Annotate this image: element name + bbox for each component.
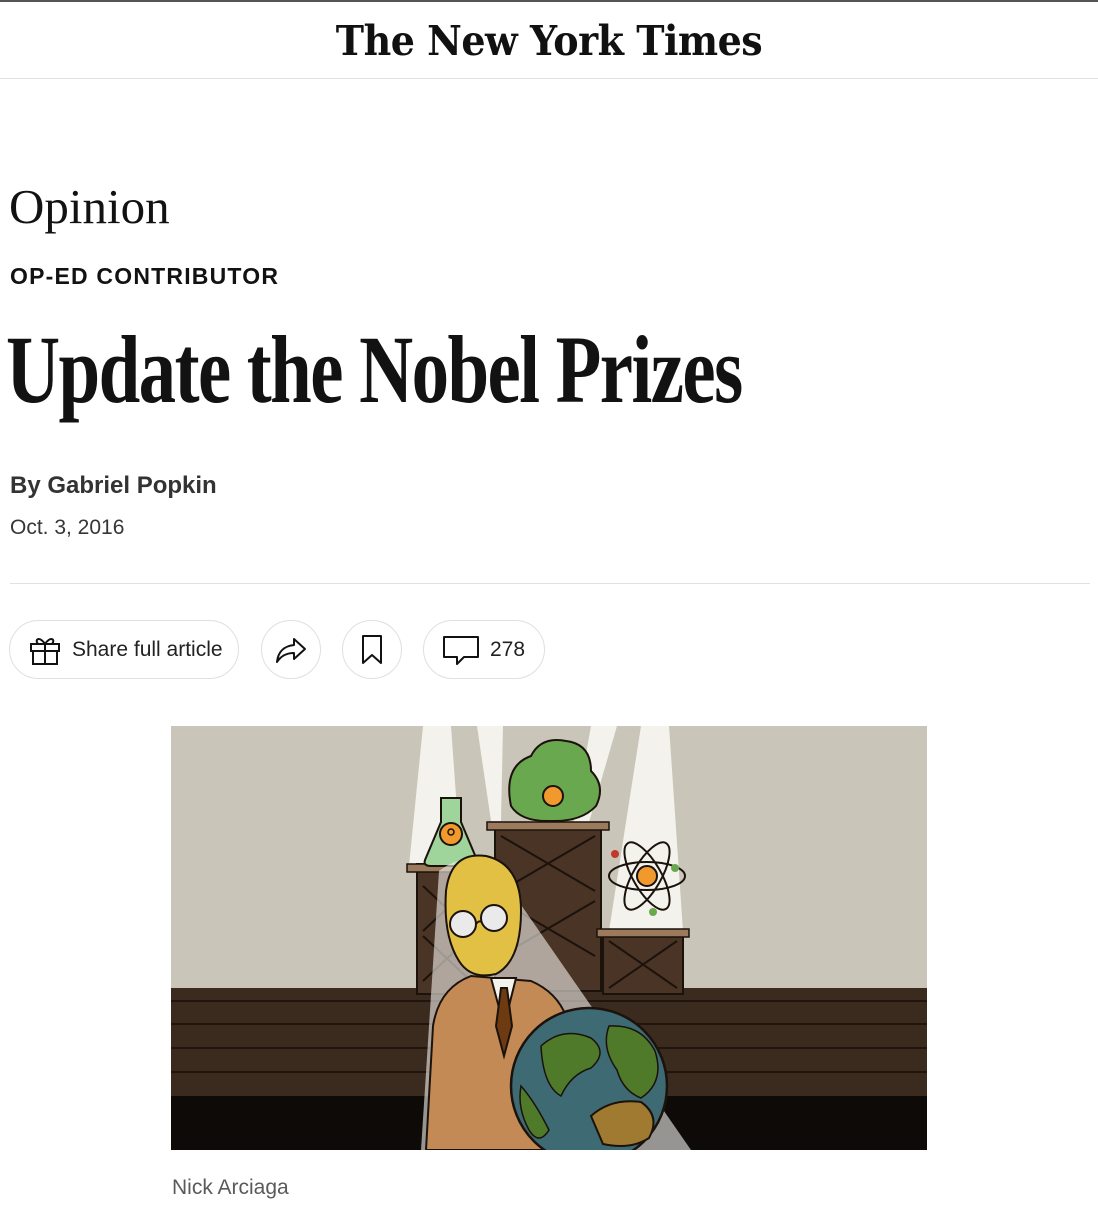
masthead: The New York Times: [0, 2, 1098, 79]
share-full-article-button[interactable]: Share full article: [9, 620, 239, 679]
comment-count: 278: [490, 637, 526, 661]
article-illustration: [171, 726, 927, 1150]
comments-button[interactable]: 278: [423, 620, 545, 679]
publish-date: Oct. 3, 2016: [10, 516, 125, 539]
image-credit: Nick Arciaga: [172, 1176, 289, 1199]
nyt-logo[interactable]: The New York Times: [336, 16, 763, 65]
save-button[interactable]: [342, 620, 402, 679]
divider: [10, 583, 1090, 584]
opinion-label[interactable]: Opinion: [9, 178, 170, 235]
section-label: OP-ED CONTRIBUTOR: [10, 263, 280, 289]
bookmark-icon: [359, 634, 385, 666]
article-headline: Update the Nobel Prizes: [6, 316, 743, 423]
share-button[interactable]: [261, 620, 321, 679]
gift-icon: [28, 633, 62, 667]
byline[interactable]: By Gabriel Popkin: [10, 472, 217, 500]
share-arrow-icon: [274, 635, 308, 665]
share-label: Share full article: [72, 637, 223, 661]
comment-icon: [442, 634, 480, 666]
